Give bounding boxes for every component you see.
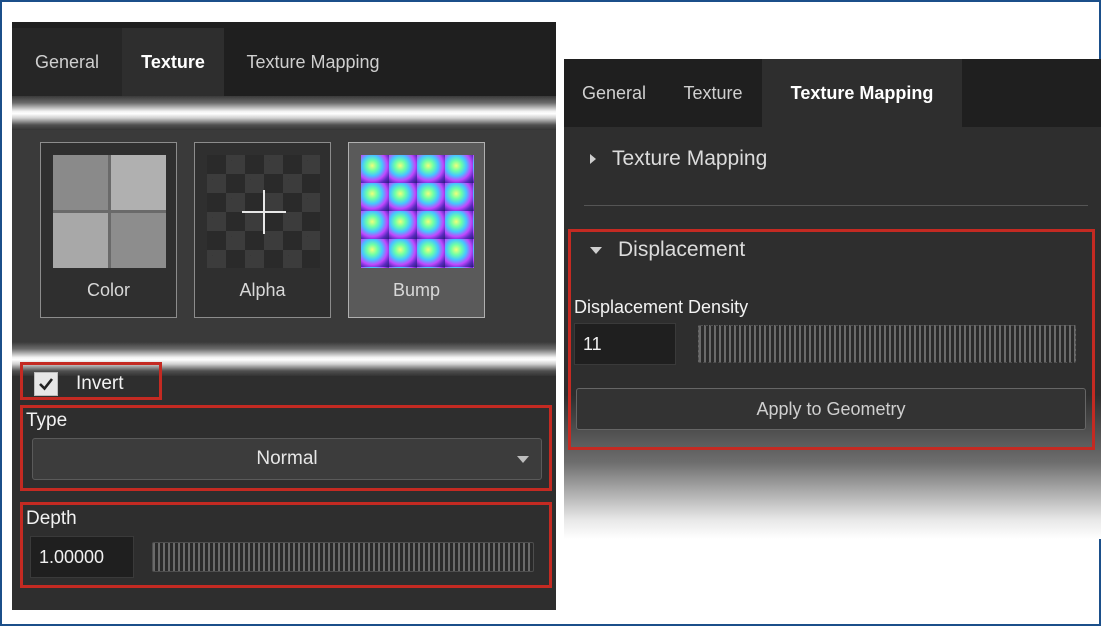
checkmark-icon bbox=[39, 378, 54, 391]
tab-texture-right[interactable]: Texture bbox=[664, 59, 762, 127]
add-alpha-icon bbox=[207, 155, 320, 268]
displacement-density-input[interactable]: 11 bbox=[574, 323, 676, 365]
right-tab-bar: General Texture Texture Mapping bbox=[564, 59, 1101, 127]
alpha-swatch-label: Alpha bbox=[239, 280, 286, 300]
chevron-down-icon bbox=[517, 456, 529, 463]
bump-swatch-label: Bump bbox=[392, 280, 441, 300]
displacement-section-header[interactable]: Displacement bbox=[590, 238, 745, 262]
type-dropdown-value: Normal bbox=[256, 448, 318, 469]
tab-texture[interactable]: Texture bbox=[122, 28, 224, 96]
depth-label: Depth bbox=[26, 508, 77, 529]
section-divider bbox=[584, 205, 1088, 206]
glow-divider bbox=[12, 96, 556, 130]
texture-properties-panel: General Texture Texture Mapping Color Al… bbox=[12, 22, 556, 610]
displacement-section-label: Displacement bbox=[618, 238, 746, 261]
type-label: Type bbox=[26, 410, 68, 431]
alpha-swatch[interactable]: Alpha bbox=[194, 142, 331, 318]
depth-slider[interactable] bbox=[152, 542, 534, 572]
chevron-down-icon bbox=[590, 246, 602, 254]
displacement-density-slider[interactable] bbox=[698, 325, 1076, 363]
chevron-right-icon bbox=[590, 154, 596, 164]
texture-mapping-section-label: Texture Mapping bbox=[612, 147, 768, 170]
tab-general[interactable]: General bbox=[12, 28, 122, 96]
invert-label: Invert bbox=[76, 373, 124, 394]
texture-mapping-panel: General Texture Texture Mapping Texture … bbox=[564, 59, 1101, 539]
color-swatch-label: Color bbox=[86, 280, 130, 300]
displacement-density-label: Displacement Density bbox=[574, 297, 749, 317]
color-swatch[interactable]: Color bbox=[40, 142, 177, 318]
apply-to-geometry-button[interactable]: Apply to Geometry bbox=[576, 388, 1086, 430]
texture-mapping-section-header[interactable]: Texture Mapping bbox=[590, 147, 767, 171]
tab-texture-mapping[interactable]: Texture Mapping bbox=[224, 28, 402, 96]
plus-icon bbox=[241, 189, 286, 234]
bump-map-icon bbox=[361, 155, 474, 268]
bump-swatch[interactable]: Bump bbox=[348, 142, 485, 318]
texture-swatch-area: Color Alpha Bump bbox=[12, 130, 556, 342]
left-tab-bar: General Texture Texture Mapping bbox=[12, 22, 556, 96]
invert-checkbox[interactable] bbox=[34, 372, 58, 396]
type-dropdown[interactable]: Normal bbox=[32, 438, 542, 480]
depth-input[interactable]: 1.00000 bbox=[30, 536, 134, 578]
tab-texture-mapping-right[interactable]: Texture Mapping bbox=[762, 59, 962, 127]
tab-general-right[interactable]: General bbox=[564, 59, 664, 127]
color-swatch-icon bbox=[53, 155, 166, 268]
